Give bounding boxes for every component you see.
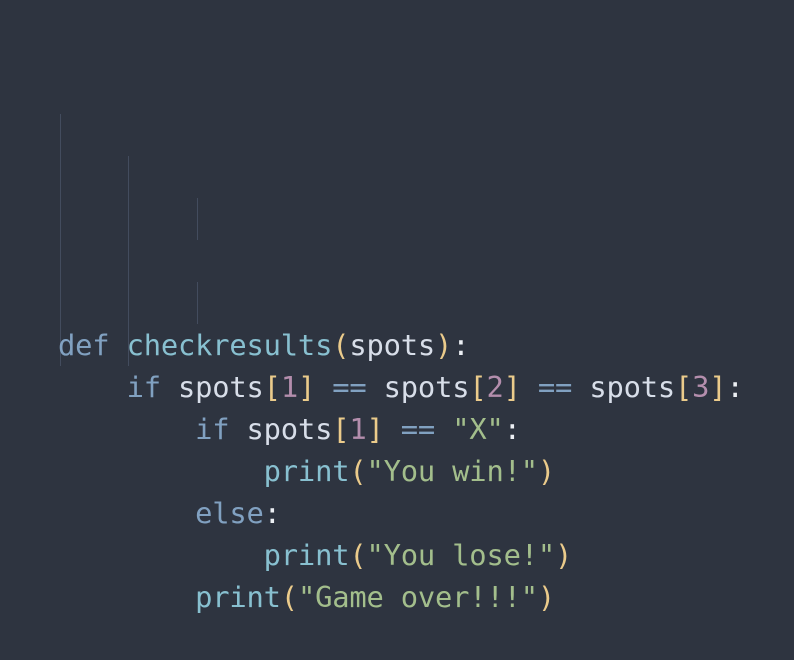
code-token: [ bbox=[263, 370, 281, 404]
code-token: [ bbox=[469, 370, 487, 404]
code-token: 1 bbox=[280, 370, 298, 404]
code-token: spots bbox=[160, 370, 264, 404]
code-token: if bbox=[126, 370, 161, 404]
code-token: ] bbox=[297, 370, 316, 404]
code-token: ] bbox=[709, 370, 727, 404]
code-line-7: print("Game over!!!") bbox=[58, 576, 744, 618]
code-token: def bbox=[58, 328, 110, 362]
code-token: print bbox=[195, 580, 281, 614]
code-token: spots bbox=[572, 370, 676, 404]
code-token: if bbox=[195, 412, 230, 446]
code-block: def checkresults(spots): if spots[1] == … bbox=[58, 72, 744, 660]
code-line-1: def checkresults(spots): bbox=[58, 324, 744, 366]
code-token: == bbox=[537, 370, 573, 404]
code-token: ) bbox=[555, 538, 573, 572]
code-token: ( bbox=[332, 328, 350, 362]
code-token: 1 bbox=[349, 412, 367, 446]
code-token: : bbox=[726, 370, 744, 404]
code-token: spots bbox=[229, 412, 333, 446]
code-token: 2 bbox=[486, 370, 504, 404]
code-token: ] bbox=[503, 370, 521, 404]
indent-guide-level-3-if bbox=[197, 198, 198, 240]
code-line-4: print("You win!") bbox=[58, 450, 744, 492]
code-token: ) bbox=[537, 580, 555, 614]
code-token: spots bbox=[349, 328, 436, 362]
code-token: == bbox=[332, 370, 367, 404]
code-lines: def checkresults(spots): if spots[1] == … bbox=[58, 324, 744, 618]
code-token: ) bbox=[537, 454, 555, 488]
code-token: [ bbox=[332, 412, 350, 446]
code-token: == bbox=[400, 412, 436, 446]
code-token: ( bbox=[349, 454, 367, 488]
code-line-5: else: bbox=[58, 492, 744, 534]
code-token: ] bbox=[366, 412, 384, 446]
code-token: [ bbox=[675, 370, 693, 404]
code-token: "Game over!!!" bbox=[297, 580, 538, 614]
code-token: spots bbox=[366, 370, 470, 404]
code-token: print bbox=[263, 454, 350, 488]
code-token: else bbox=[195, 496, 264, 530]
code-line-3: if spots[1] == "X": bbox=[58, 408, 744, 450]
code-line-6: print("You lose!") bbox=[58, 534, 744, 576]
code-token: : bbox=[263, 496, 281, 530]
code-token: "You win!" bbox=[366, 454, 538, 488]
code-token: ( bbox=[349, 538, 367, 572]
code-token: : bbox=[503, 412, 521, 446]
code-token: "You lose!" bbox=[366, 538, 555, 572]
code-token: "X" bbox=[452, 412, 504, 446]
code-token: ( bbox=[280, 580, 298, 614]
code-token: : bbox=[452, 328, 470, 362]
code-line-2: if spots[1] == spots[2] == spots[3]: bbox=[58, 366, 744, 408]
indent-guide-level-3-else bbox=[197, 282, 198, 324]
code-token: checkresults bbox=[126, 328, 333, 362]
code-token: ) bbox=[435, 328, 453, 362]
code-token: print bbox=[263, 538, 350, 572]
code-token: 3 bbox=[692, 370, 710, 404]
